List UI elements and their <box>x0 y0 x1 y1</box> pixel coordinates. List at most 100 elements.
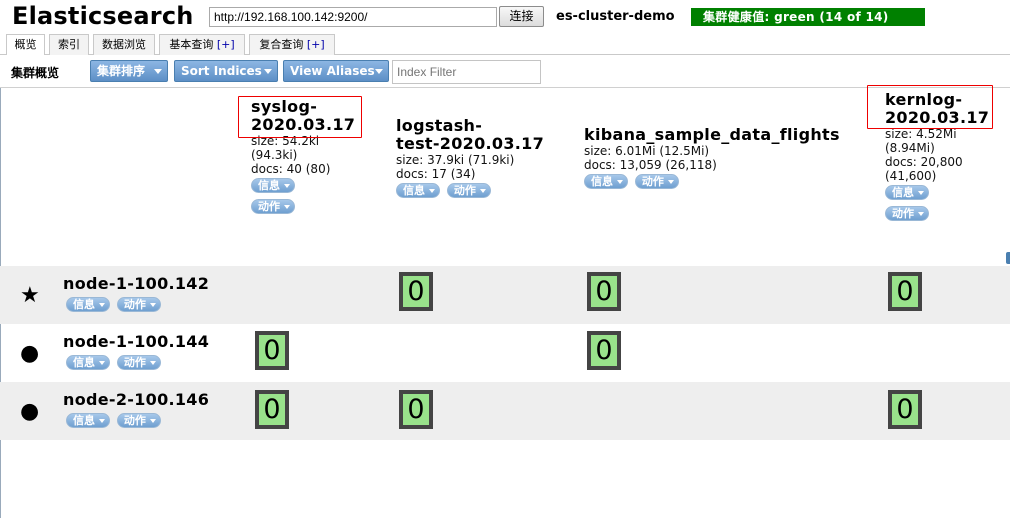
caret-down-icon <box>617 180 623 184</box>
pill-label: 动作 <box>641 175 664 188</box>
app-logo: Elasticsearch <box>12 2 194 30</box>
node-info-button[interactable]: 信息 <box>66 413 110 428</box>
index-actions: 信息 <box>251 178 371 193</box>
index-size: size: 37.9ki (71.9ki) <box>396 153 515 167</box>
caret-down-icon <box>918 191 924 195</box>
caret-down-icon <box>99 303 105 307</box>
sort-cluster-dropdown[interactable]: 集群排序 <box>90 60 168 82</box>
index-info-button[interactable]: 信息 <box>885 185 929 200</box>
tab-overview[interactable]: 概览 <box>6 34 45 56</box>
index-size: size: 4.52Mi <box>885 127 957 141</box>
shard-box[interactable]: 0 <box>888 390 922 429</box>
node-name: node-1-100.142 <box>63 274 210 293</box>
dropdown-label: 集群排序 <box>97 64 146 78</box>
tab-label: 基本查询 <box>169 38 214 51</box>
caret-down-icon <box>264 69 272 74</box>
tab-label: 索引 <box>58 38 80 51</box>
sort-indices-dropdown[interactable]: Sort Indices <box>174 60 278 82</box>
index-header-logstash: logstash-test-2020.03.17 size: 37.9ki (7… <box>396 117 566 198</box>
caret-down-icon <box>479 189 486 193</box>
index-actions: 动作 <box>251 199 371 214</box>
circle-icon: ● <box>20 341 40 366</box>
pill-label: 信息 <box>591 175 613 188</box>
index-name-line: logstash- <box>396 116 483 135</box>
node-name: node-1-100.144 <box>63 332 210 351</box>
star-icon: ★ <box>20 283 40 308</box>
node-action-button[interactable]: 动作 <box>116 355 161 370</box>
shard-box[interactable]: 0 <box>255 390 289 429</box>
index-size: size: 6.01Mi (12.5Mi) <box>584 144 710 158</box>
shard-box[interactable]: 0 <box>888 272 922 311</box>
header-bar: Elasticsearch 连接 es-cluster-demo 集群健康值: … <box>0 0 1010 34</box>
index-info-button[interactable]: 信息 <box>584 174 628 189</box>
shard-box[interactable]: 0 <box>587 331 621 370</box>
node-action-button[interactable]: 动作 <box>116 297 161 312</box>
pill-label: 动作 <box>453 184 476 197</box>
circle-icon: ● <box>20 399 40 424</box>
connect-button[interactable]: 连接 <box>499 6 544 27</box>
pill-label: 信息 <box>73 356 95 369</box>
index-action-button[interactable]: 动作 <box>251 199 295 214</box>
pill-label: 动作 <box>123 298 146 311</box>
pill-label: 信息 <box>258 179 280 192</box>
index-size-total: (94.3ki) <box>251 148 298 162</box>
index-header-kibana: kibana_sample_data_flights size: 6.01Mi … <box>584 126 854 189</box>
shard-box[interactable]: 0 <box>399 390 433 429</box>
tab-compound-query[interactable]: 复合查询 [+] <box>249 34 335 55</box>
caret-down-icon <box>149 361 156 365</box>
shard-box[interactable]: 0 <box>587 272 621 311</box>
pill-label: 动作 <box>123 356 146 369</box>
caret-down-icon <box>99 419 105 423</box>
dropdown-label: Sort Indices <box>181 64 262 78</box>
index-docs-total: (41,600) <box>885 169 937 183</box>
caret-down-icon <box>149 303 156 307</box>
cluster-health-badge: 集群健康值: green (14 of 14) <box>691 8 925 26</box>
index-docs: docs: 20,800 <box>885 155 963 169</box>
tab-basic-query[interactable]: 基本查询 [+] <box>159 34 245 55</box>
pill-label: 动作 <box>892 207 914 220</box>
index-actions: 信息 动作 <box>584 174 854 189</box>
tab-browser[interactable]: 数据浏览 <box>93 34 155 55</box>
highlight-box <box>238 96 362 138</box>
node-row: ● node-1-100.144 信息 动作 0 0 <box>0 324 1010 382</box>
index-actions: 信息 <box>885 185 1003 200</box>
shard-box[interactable]: 0 <box>399 272 433 311</box>
index-info-button[interactable]: 信息 <box>251 178 295 193</box>
node-actions: 信息 动作 <box>66 355 164 370</box>
caret-down-icon <box>375 69 383 74</box>
tab-plus[interactable]: [+] <box>217 38 235 51</box>
index-name: logstash-test-2020.03.17 <box>396 117 566 153</box>
view-aliases-dropdown[interactable]: View Aliases <box>283 60 389 82</box>
node-row: ★ node-1-100.142 信息 动作 0 0 0 <box>0 266 1010 324</box>
index-filter-input[interactable] <box>392 60 541 84</box>
node-action-button[interactable]: 动作 <box>116 413 161 428</box>
caret-down-icon <box>284 205 290 209</box>
caret-down-icon <box>918 212 924 216</box>
main-tabs: 概览 索引 数据浏览 基本查询 [+] 复合查询 [+] <box>0 34 1010 56</box>
scroll-indicator[interactable] <box>1006 252 1010 264</box>
pill-label: 动作 <box>258 200 280 213</box>
tab-plus[interactable]: [+] <box>307 38 325 51</box>
index-info-button[interactable]: 信息 <box>396 183 440 198</box>
tab-label: 概览 <box>14 38 37 51</box>
index-action-button[interactable]: 动作 <box>634 174 679 189</box>
pill-label: 信息 <box>892 186 914 199</box>
index-action-button[interactable]: 动作 <box>446 183 491 198</box>
index-docs: docs: 40 (80) <box>251 162 331 176</box>
node-info-button[interactable]: 信息 <box>66 355 110 370</box>
tab-indices[interactable]: 索引 <box>49 34 89 55</box>
index-actions: 信息 动作 <box>396 183 566 198</box>
shard-box[interactable]: 0 <box>255 331 289 370</box>
node-info-button[interactable]: 信息 <box>66 297 110 312</box>
index-action-button[interactable]: 动作 <box>885 206 929 221</box>
pill-label: 动作 <box>123 414 146 427</box>
caret-down-icon <box>667 180 674 184</box>
index-docs: docs: 13,059 (26,118) <box>584 158 717 172</box>
index-name: kibana_sample_data_flights <box>584 125 840 144</box>
tab-label: 数据浏览 <box>102 38 146 51</box>
node-actions: 信息 动作 <box>66 413 164 428</box>
cluster-url-input[interactable] <box>209 7 497 27</box>
tab-label: 复合查询 <box>259 38 304 51</box>
index-docs: docs: 17 (34) <box>396 167 476 181</box>
caret-down-icon <box>284 184 290 188</box>
